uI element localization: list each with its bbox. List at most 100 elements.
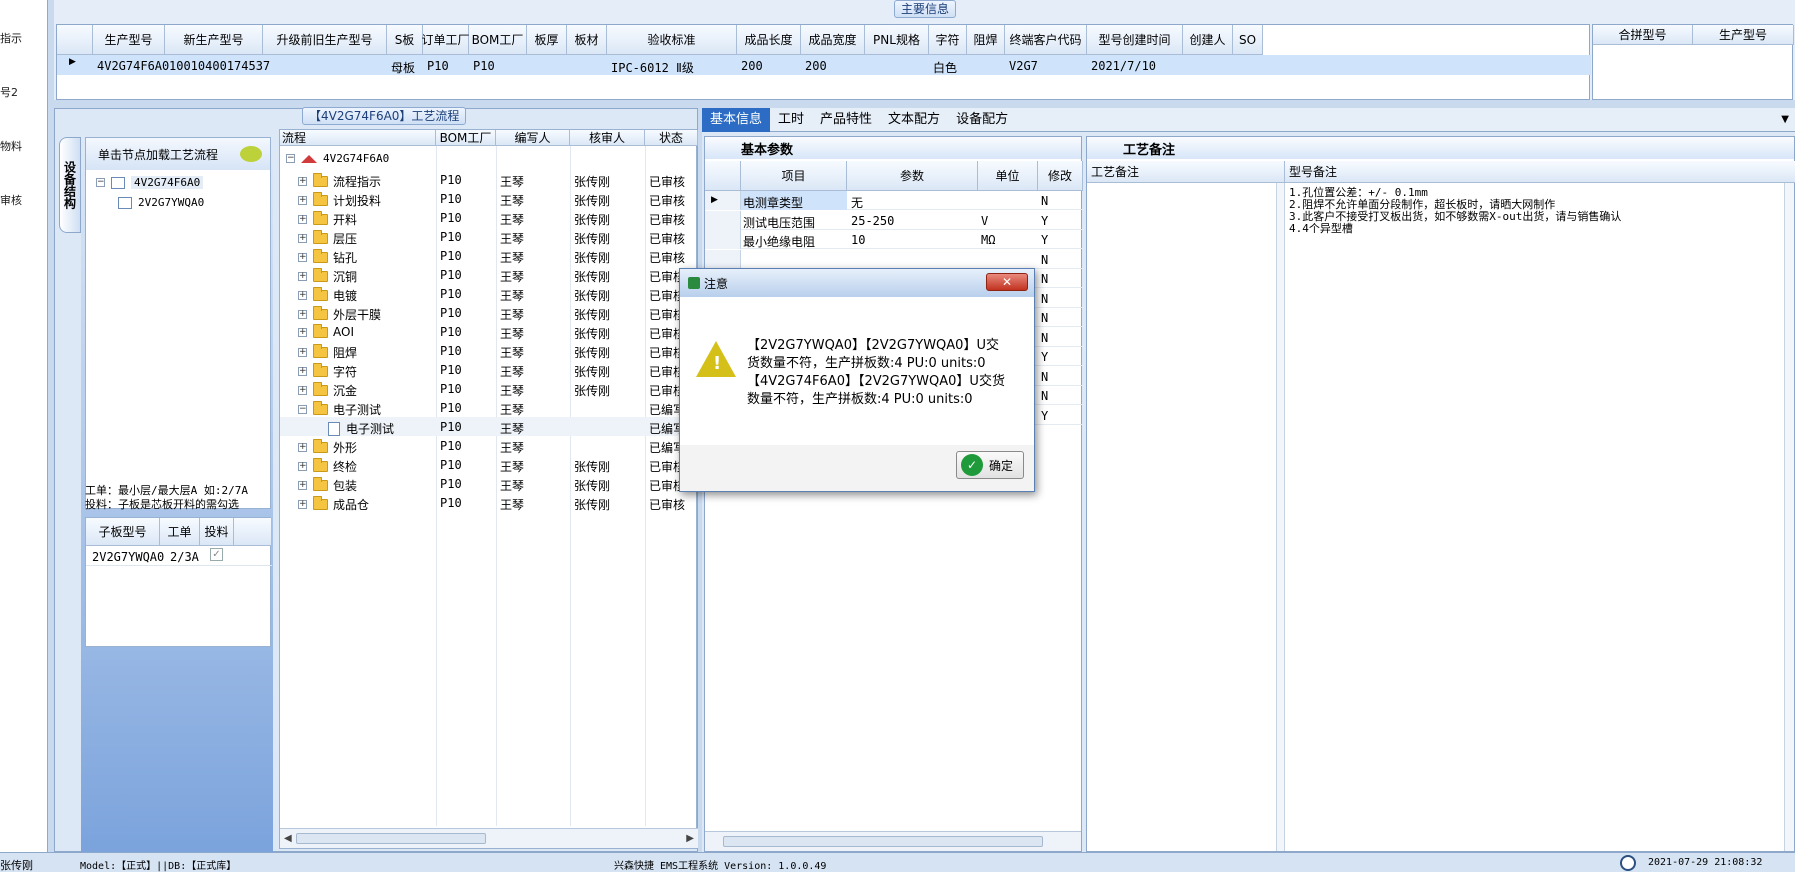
flow-root-node[interactable]: − 4V2G74F6A0 [286,152,389,165]
col-header[interactable]: 字符 [929,25,967,55]
flow-row[interactable]: + 外形 P10 王琴 已编写 [280,436,698,455]
table-cell[interactable]: 白色 [933,59,957,76]
expand-icon[interactable]: + [298,272,307,281]
col-header[interactable]: PNL规格 [865,25,929,55]
col-header[interactable]: 型号创建时间 [1087,25,1183,55]
expand-icon[interactable]: − [298,405,307,414]
table-row[interactable]: N [705,249,1083,269]
expand-icon[interactable]: + [298,348,307,357]
dialog-titlebar[interactable]: 注意 ✕ [680,269,1034,297]
nav-item-3[interactable]: 物料 [0,138,22,154]
nav-item-2[interactable]: 号2 [0,84,18,100]
flow-row[interactable]: + 成品仓 P10 王琴 张传刚 已审核 [280,493,698,512]
device-tree-node[interactable]: 2V2G7YWQA0 [118,196,204,209]
col-param[interactable]: 参数 [847,161,978,191]
table-row[interactable]: 测试电压范围 25-250 V Y [705,210,1083,230]
tab-worktime[interactable]: 工时 [770,108,812,132]
table-cell[interactable]: 4V2G74F6A0 [97,59,169,73]
expand-icon[interactable]: + [298,386,307,395]
col-order[interactable]: 工单 [160,518,200,546]
flow-row[interactable]: + 字符 P10 王琴 张传刚 已审核 [280,360,698,379]
col-header[interactable]: 订单工厂 [422,25,470,55]
table-cell[interactable]: 2021/7/10 [1091,59,1156,73]
table-cell[interactable]: V2G7 [1009,59,1038,73]
model-notes-scrollbar[interactable] [1784,183,1794,851]
col-feed[interactable]: 投料 [200,518,234,546]
col-header[interactable]: BOM工厂 [469,25,527,55]
col-header[interactable]: 板厚 [527,25,567,55]
ok-button[interactable]: ✓ 确定 [956,451,1024,479]
feed-checkbox[interactable]: ✓ [210,548,223,561]
flow-row[interactable]: + AOI P10 王琴 张传刚 已审核 [280,322,698,341]
scroll-right-icon[interactable]: ▶ [686,833,694,844]
merge-col-prod[interactable]: 生产型号 [1693,25,1794,45]
close-button[interactable]: ✕ [986,273,1028,291]
table-cell[interactable]: P10 [427,59,449,73]
expand-icon[interactable]: + [298,253,307,262]
col-bom[interactable]: BOM工厂 [436,130,496,146]
params-hscrollbar[interactable] [705,831,1081,851]
flow-row[interactable]: 电子测试 P10 王琴 已编写 [280,417,698,436]
expand-icon[interactable]: + [298,310,307,319]
col-header[interactable]: 创建人 [1183,25,1233,55]
flow-row[interactable]: − 电子测试 P10 王琴 已编写 [280,398,698,417]
col-subboard-model[interactable]: 子板型号 [86,518,160,546]
table-row[interactable]: 2V2G7YWQA0 2/3A ✓ [86,546,272,566]
col-header[interactable]: 验收标准 [607,25,737,55]
col-writer[interactable]: 编写人 [496,130,570,146]
table-row[interactable]: 4V2G74F6A0 10010400174537 母板 P10 P10 IPC-6012… [57,55,1591,75]
expand-icon[interactable]: + [298,196,307,205]
flow-hscrollbar[interactable]: ◀ ▶ [280,828,698,848]
table-cell[interactable]: 10010400174537 [169,59,270,73]
nav-item-4[interactable]: 审核 [0,192,22,208]
device-tree-node[interactable]: −4V2G74F6A0 [96,176,204,189]
expand-icon[interactable]: + [298,500,307,509]
expand-icon[interactable]: + [298,327,307,337]
col-header[interactable]: S板 [387,25,423,55]
flow-row[interactable]: + 流程指示 P10 王琴 张传刚 已审核 [280,170,698,189]
table-cell[interactable]: 母板 [391,59,415,76]
table-row[interactable]: ▶ 电测章类型无 N [705,191,1083,210]
flow-row[interactable]: + 开料 P10 王琴 张传刚 已审核 [280,208,698,227]
table-cell[interactable]: 200 [741,59,763,73]
flow-row[interactable]: + 层压 P10 王琴 张传刚 已审核 [280,227,698,246]
notes-scrollbar[interactable] [1277,183,1285,851]
col-header[interactable]: 成品长度 [737,25,801,55]
col-header[interactable]: 阻焊 [967,25,1005,55]
col-header[interactable]: 升级前旧生产型号 [263,25,387,55]
tab-basic-info[interactable]: 基本信息 [702,108,771,132]
col-item[interactable]: 项目 [741,161,847,191]
flow-row[interactable]: + 外层干膜 P10 王琴 张传刚 已审核 [280,303,698,322]
col-header[interactable]: SO [1233,25,1263,55]
col-header[interactable]: 生产型号 [93,25,165,55]
table-cell[interactable]: IPC-6012 Ⅱ级 [611,59,694,76]
scroll-thumb[interactable] [296,833,486,844]
expand-icon[interactable]: + [298,481,307,490]
tab-product-features[interactable]: 产品特性 [812,108,880,132]
nav-item-1[interactable]: 指示 [0,30,22,46]
col-flow[interactable]: 流程 [280,130,436,146]
expand-icon[interactable]: + [298,462,307,471]
flow-row[interactable]: + 计划投料 P10 王琴 张传刚 已审核 [280,189,698,208]
expand-icon[interactable]: + [298,215,307,224]
flow-row[interactable]: + 沉金 P10 王琴 张传刚 已审核 [280,379,698,398]
col-header[interactable]: 板材 [567,25,607,55]
tab-dropdown-icon[interactable]: ▼ [1781,114,1789,125]
expand-icon[interactable]: + [298,177,307,186]
table-cell[interactable]: P10 [473,59,495,73]
merge-col-model[interactable]: 合拼型号 [1593,25,1693,45]
scroll-thumb[interactable] [723,836,1043,847]
expand-icon[interactable]: + [298,443,307,452]
flow-row[interactable]: + 沉铜 P10 王琴 张传刚 已审核 [280,265,698,284]
expand-icon[interactable]: + [298,234,307,243]
col-model-notes[interactable]: 型号备注 [1285,161,1795,183]
tab-text-recipe[interactable]: 文本配方 [880,108,948,132]
flow-row[interactable]: + 包装 P10 王琴 张传刚 已审核 [280,474,698,493]
scroll-left-icon[interactable]: ◀ [284,833,292,844]
flow-row[interactable]: + 终检 P10 王琴 张传刚 已审核 [280,455,698,474]
col-unit[interactable]: 单位 [978,161,1038,191]
process-notes-text[interactable] [1087,183,1277,851]
col-header[interactable]: 新生产型号 [165,25,263,55]
flow-row[interactable]: + 电镀 P10 王琴 张传刚 已审核 [280,284,698,303]
device-structure-tab[interactable]: 设备结构 [59,137,81,233]
